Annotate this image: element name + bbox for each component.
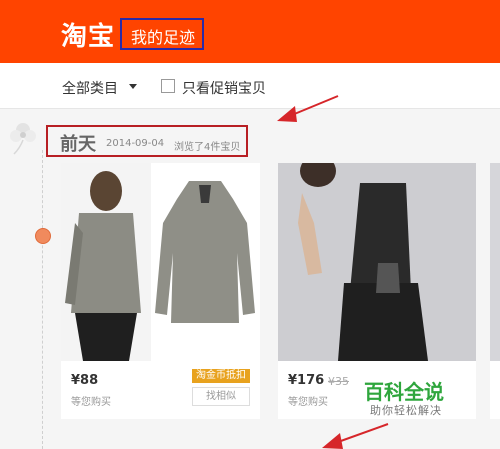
find-similar-button[interactable]: 找相似 [192,387,250,406]
timeline-dot [35,228,51,244]
item-original-price: ¥35 [328,375,349,388]
product-image[interactable] [278,155,476,361]
item-status: 等您购买 [288,397,328,408]
product-image[interactable] [151,163,260,361]
watermark-title: 百科全说 [364,380,444,404]
timeline-line [42,150,43,449]
product-image[interactable] [490,163,500,361]
product-image[interactable] [61,163,151,361]
flower-decoration-icon [10,123,36,155]
product-card[interactable]: ¥88 等您购买 淘金币抵扣 找相似 [61,163,260,419]
product-card[interactable] [490,163,500,419]
item-price: ¥88 [71,373,99,388]
coin-discount-badge: 淘金币抵扣 [192,369,250,383]
arrow-icon [277,95,339,122]
date-label: 2014-09-04 [106,138,165,149]
item-price: ¥176 [288,373,325,388]
viewed-count: 浏览了4件宝贝 [174,142,241,153]
item-status: 等您购买 [71,397,111,408]
day-label: 前天 [60,134,96,155]
watermark-subtitle: 助你轻松解决 [370,404,442,417]
arrow-icon [322,423,389,449]
